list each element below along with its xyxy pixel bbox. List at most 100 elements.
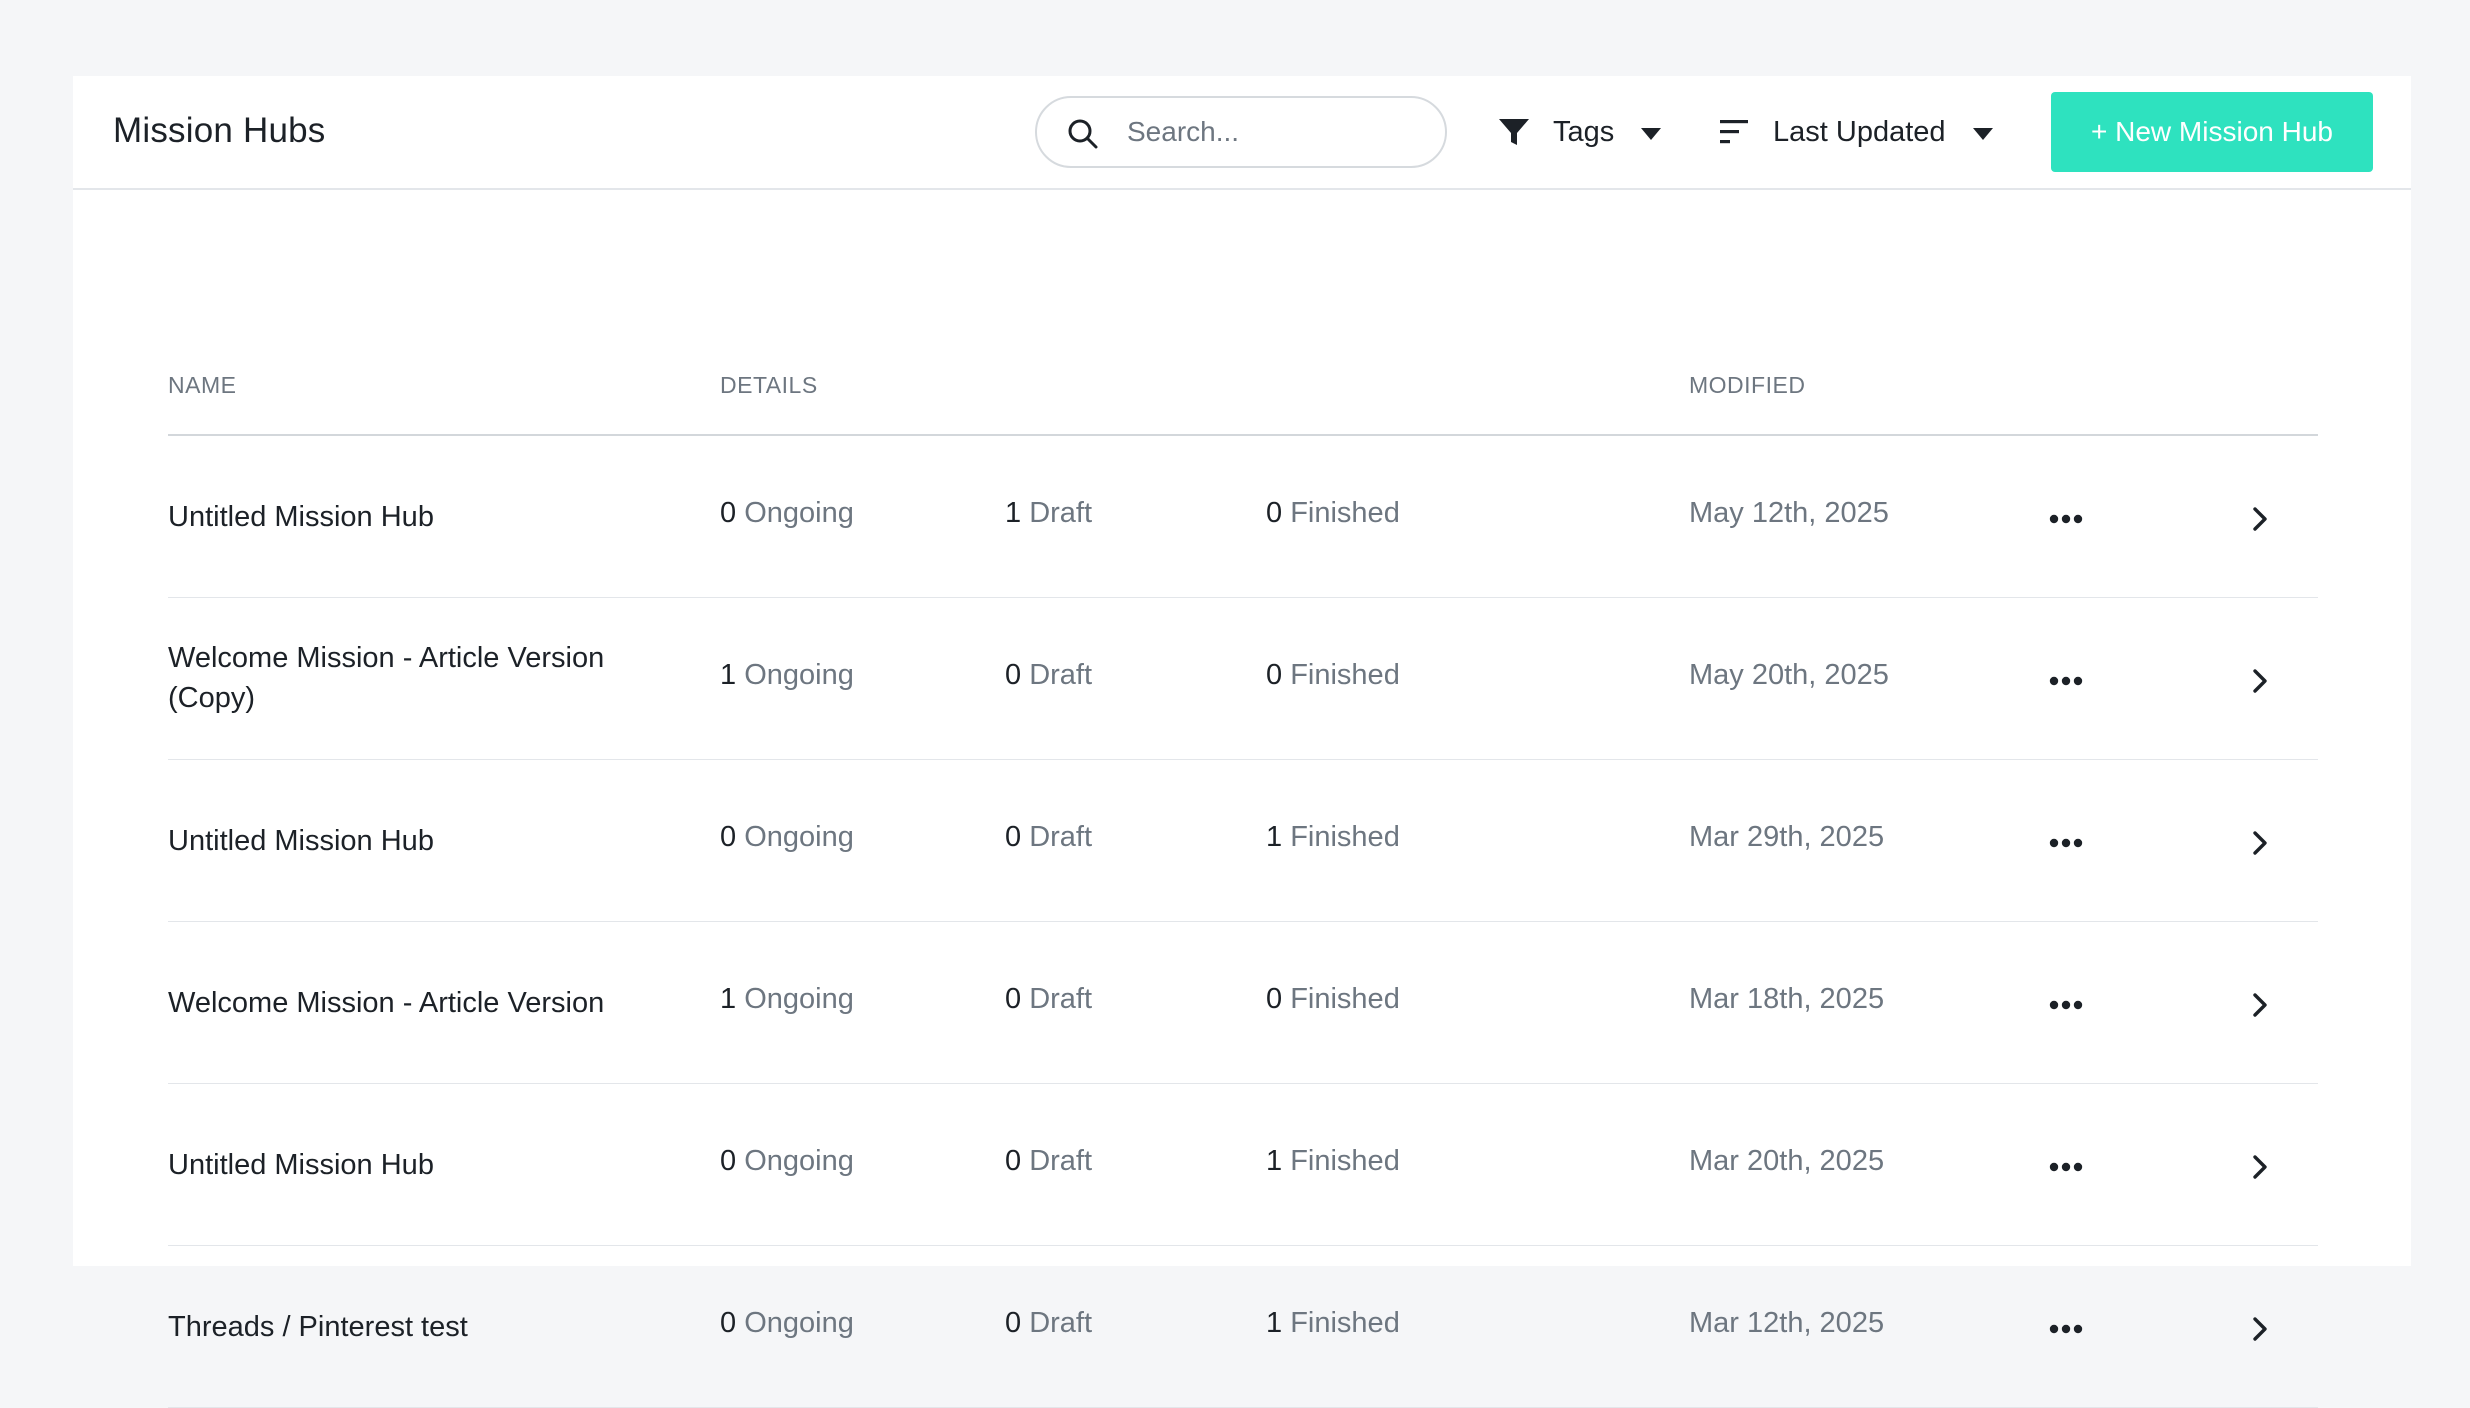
row-draft-stat: 1 Draft (1005, 497, 1092, 530)
finished-count: 1 (1266, 821, 1283, 853)
row-open-button[interactable] (2240, 499, 2280, 539)
draft-count: 1 (1005, 497, 1022, 529)
draft-label: Draft (1029, 497, 1093, 529)
ongoing-label: Ongoing (744, 1307, 854, 1339)
table-row[interactable]: Threads / Pinterest test 0 Ongoing 0 Draft… (168, 1246, 2318, 1408)
finished-label: Finished (1290, 1145, 1400, 1177)
table-row[interactable]: Untitled Mission Hub 0 Ongoing 0 Draft 1 Fi… (168, 760, 2318, 922)
row-finished-stat: 0 Finished (1266, 659, 1400, 692)
page-title: Mission Hubs (113, 111, 326, 150)
draft-label: Draft (1029, 821, 1093, 853)
row-ongoing-stat: 1 Ongoing (720, 983, 854, 1016)
row-more-button[interactable] (2036, 823, 2096, 863)
row-modified-date: Mar 12th, 2025 (1689, 1307, 1885, 1339)
row-name-line: (Copy) (168, 682, 256, 714)
mission-hubs-panel: Mission Hubs Tags Last Updated (73, 76, 2411, 1408)
chevron-right-icon (2253, 669, 2267, 693)
row-ongoing-stat: 1 Ongoing (720, 659, 854, 692)
draft-count: 0 (1005, 1145, 1022, 1177)
row-open-button[interactable] (2240, 661, 2280, 701)
row-finished-stat: 1 Finished (1266, 1307, 1400, 1340)
row-more-button[interactable] (2036, 985, 2096, 1025)
row-modified-date: May 20th, 2025 (1689, 659, 1889, 691)
draft-label: Draft (1029, 659, 1093, 691)
row-name-line: Welcome Mission - Article Version (168, 642, 605, 674)
finished-count: 0 (1266, 983, 1283, 1015)
draft-label: Draft (1029, 1145, 1093, 1177)
row-draft-stat: 0 Draft (1005, 1307, 1092, 1340)
chevron-right-icon (2253, 831, 2267, 855)
more-icon (2049, 1324, 2083, 1334)
finished-label: Finished (1290, 983, 1400, 1015)
search-input[interactable] (1127, 112, 1427, 152)
table-row[interactable]: Untitled Mission Hub 0 Ongoing 0 Draft 1 Fi… (168, 1084, 2318, 1246)
row-modified-date: Mar 29th, 2025 (1689, 821, 1885, 853)
ongoing-label: Ongoing (744, 983, 854, 1015)
row-ongoing-stat: 0 Ongoing (720, 497, 854, 530)
new-mission-hub-button[interactable]: + New Mission Hub (2051, 92, 2373, 172)
finished-count: 0 (1266, 497, 1283, 529)
row-modified-date: May 12th, 2025 (1689, 497, 1889, 529)
draft-label: Draft (1029, 983, 1093, 1015)
chevron-right-icon (2253, 993, 2267, 1017)
row-draft-stat: 0 Draft (1005, 1145, 1092, 1178)
row-name-line: Untitled Mission Hub (168, 1149, 434, 1181)
finished-label: Finished (1290, 821, 1400, 853)
search-box[interactable] (1035, 96, 1447, 168)
row-finished-stat: 1 Finished (1266, 1145, 1400, 1178)
finished-count: 0 (1266, 659, 1283, 691)
row-name: Untitled Mission Hub (168, 497, 668, 537)
row-name-line: Welcome Mission - Article Version (168, 987, 605, 1019)
row-name: Welcome Mission - Article Version (168, 983, 668, 1023)
ongoing-count: 0 (720, 497, 737, 529)
row-finished-stat: 1 Finished (1266, 821, 1400, 854)
row-name: Untitled Mission Hub (168, 1145, 668, 1185)
draft-label: Draft (1029, 1307, 1093, 1339)
row-more-button[interactable] (2036, 1309, 2096, 1349)
caret-down-icon (1972, 128, 1993, 140)
chevron-right-icon (2253, 1317, 2267, 1341)
ongoing-count: 0 (720, 821, 737, 853)
row-ongoing-stat: 0 Ongoing (720, 821, 854, 854)
draft-count: 0 (1005, 659, 1022, 691)
row-open-button[interactable] (2240, 1309, 2280, 1349)
row-modified-date: Mar 20th, 2025 (1689, 1145, 1885, 1177)
row-open-button[interactable] (2240, 823, 2280, 863)
chevron-right-icon (2253, 1155, 2267, 1179)
draft-count: 0 (1005, 983, 1022, 1015)
tags-filter-dropdown[interactable]: Tags (1497, 96, 1662, 168)
page-header: Mission Hubs Tags Last Updated (73, 76, 2411, 190)
row-finished-stat: 0 Finished (1266, 983, 1400, 1016)
caret-down-icon (1641, 128, 1662, 140)
row-open-button[interactable] (2240, 985, 2280, 1025)
table-row[interactable]: Welcome Mission - Article Version 1 Ongoi… (168, 922, 2318, 1084)
ongoing-count: 0 (720, 1307, 737, 1339)
table-row[interactable]: Welcome Mission - Article Version (Copy) 1… (168, 598, 2318, 760)
row-name: Threads / Pinterest test (168, 1307, 668, 1347)
table-header: NAME DETAILS MODIFIED (168, 190, 2318, 436)
ongoing-label: Ongoing (744, 659, 854, 691)
finished-label: Finished (1290, 497, 1400, 529)
row-more-button[interactable] (2036, 661, 2096, 701)
row-ongoing-stat: 0 Ongoing (720, 1307, 854, 1340)
row-more-button[interactable] (2036, 499, 2096, 539)
table-row[interactable]: Untitled Mission Hub 0 Ongoing 1 Draft 0 Fi… (168, 436, 2318, 598)
ongoing-label: Ongoing (744, 821, 854, 853)
row-modified-date: Mar 18th, 2025 (1689, 983, 1885, 1015)
column-header-modified: MODIFIED (1689, 372, 1806, 398)
finished-label: Finished (1290, 659, 1400, 691)
row-draft-stat: 0 Draft (1005, 821, 1092, 854)
sort-dropdown[interactable]: Last Updated (1717, 96, 1994, 168)
column-header-name: NAME (168, 372, 237, 398)
ongoing-count: 0 (720, 1145, 737, 1177)
tags-filter-label: Tags (1553, 115, 1615, 148)
row-more-button[interactable] (2036, 1147, 2096, 1187)
column-header-details: DETAILS (720, 372, 818, 398)
row-ongoing-stat: 0 Ongoing (720, 1145, 854, 1178)
row-open-button[interactable] (2240, 1147, 2280, 1187)
finished-count: 1 (1266, 1145, 1283, 1177)
chevron-right-icon (2253, 507, 2267, 531)
ongoing-label: Ongoing (744, 1145, 854, 1177)
row-draft-stat: 0 Draft (1005, 983, 1092, 1016)
ongoing-count: 1 (720, 983, 737, 1015)
